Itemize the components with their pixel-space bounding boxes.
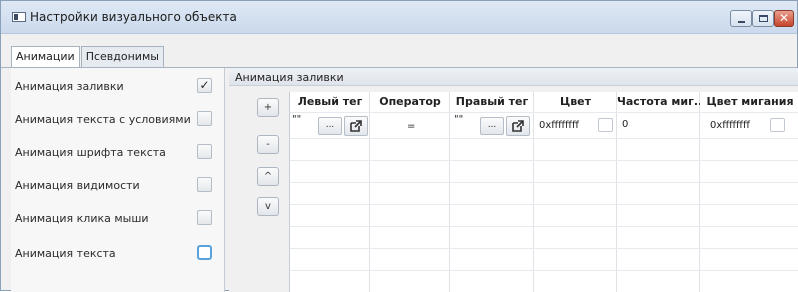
list-item-visibility-animation[interactable]: Анимация видимости <box>11 175 225 197</box>
table-divider <box>290 160 798 161</box>
close-icon: ✕ <box>778 11 790 25</box>
move-up-button[interactable]: ^ <box>257 167 279 186</box>
conditional-text-animation-checkbox[interactable] <box>197 111 212 126</box>
maximize-button[interactable] <box>752 10 774 27</box>
minimize-button[interactable] <box>730 10 752 27</box>
list-item-conditional-text-animation[interactable]: Анимация текста с условиями <box>11 109 225 131</box>
column-header-blink-color[interactable]: Цвет мигания <box>700 92 798 112</box>
visibility-animation-checkbox[interactable] <box>197 177 212 192</box>
right-tag-value[interactable]: "" <box>454 114 463 125</box>
left-tag-value[interactable]: "" <box>292 114 301 125</box>
blink-color-swatch-button[interactable] <box>770 118 785 132</box>
column-header-blink-frequency[interactable]: Частота миг... <box>617 92 700 112</box>
list-item-text-animation[interactable]: Анимация текста <box>11 243 225 265</box>
right-tag-open-button[interactable] <box>506 116 530 136</box>
fill-animation-panel: Анимация заливки + - ^ v Левый тег Опера… <box>229 68 798 292</box>
move-down-button[interactable]: v <box>257 197 279 216</box>
table-divider <box>290 248 798 249</box>
window-title: Настройки визуального объекта <box>30 10 237 24</box>
fill-animation-checkbox[interactable]: ✓ <box>197 78 212 93</box>
mouse-click-animation-checkbox[interactable] <box>197 210 212 225</box>
animation-label: Анимация текста <box>15 247 116 260</box>
external-link-icon <box>512 120 524 132</box>
operator-value[interactable]: = <box>407 121 415 132</box>
list-item-fill-animation[interactable]: Анимация заливки ✓ <box>11 76 225 98</box>
color-swatch-button[interactable] <box>598 118 613 132</box>
table-divider <box>290 226 798 227</box>
table-divider <box>290 112 798 113</box>
column-header-color[interactable]: Цвет <box>534 92 617 112</box>
panel-header: Анимация заливки <box>229 68 798 86</box>
table-divider <box>290 138 798 139</box>
list-item-mouse-click-animation[interactable]: Анимация клика мыши <box>11 208 225 230</box>
external-link-icon <box>350 120 362 132</box>
animation-label: Анимация видимости <box>15 179 140 192</box>
animation-label: Анимация заливки <box>15 80 124 93</box>
animation-label: Анимация текста с условиями <box>15 113 191 126</box>
tab-animations[interactable]: Анимации <box>11 46 80 68</box>
dialog-window: Настройки визуального объекта ✕ Анимации… <box>0 0 798 292</box>
window-icon <box>12 12 26 22</box>
left-tag-browse-button[interactable]: ... <box>318 117 342 135</box>
remove-row-button[interactable]: - <box>257 135 279 154</box>
animation-label: Анимация клика мыши <box>15 212 149 225</box>
blink-color-value[interactable]: 0xffffffff <box>710 120 750 131</box>
column-header-operator[interactable]: Оператор <box>370 92 450 112</box>
table-divider <box>290 182 798 183</box>
add-row-button[interactable]: + <box>257 98 279 117</box>
animation-list: Анимация заливки ✓ Анимация текста с усл… <box>11 68 225 292</box>
column-header-left-tag[interactable]: Левый тег <box>290 92 370 112</box>
list-item-font-animation[interactable]: Анимация шрифта текста <box>11 142 225 164</box>
blink-frequency-value[interactable]: 0 <box>622 119 628 130</box>
color-value[interactable]: 0xffffffff <box>539 120 579 131</box>
maximize-icon <box>759 15 768 22</box>
minimize-icon <box>738 21 745 23</box>
conditions-table: Левый тег Оператор Правый тег Цвет Часто… <box>289 92 798 292</box>
tab-aliases[interactable]: Псевдонимы <box>80 46 164 67</box>
table-divider <box>290 270 798 271</box>
table-divider <box>290 204 798 205</box>
title-bar[interactable]: Настройки визуального объекта ✕ <box>1 1 797 34</box>
tab-bar: Анимации Псевдонимы <box>11 46 165 68</box>
text-animation-checkbox[interactable] <box>197 245 212 260</box>
right-tag-browse-button[interactable]: ... <box>480 117 504 135</box>
left-tag-open-button[interactable] <box>344 116 368 136</box>
table-column <box>617 92 700 292</box>
font-animation-checkbox[interactable] <box>197 144 212 159</box>
column-header-right-tag[interactable]: Правый тег <box>450 92 534 112</box>
close-button[interactable]: ✕ <box>774 10 794 27</box>
animation-label: Анимация шрифта текста <box>15 146 166 159</box>
panel-title: Анимация заливки <box>235 71 344 84</box>
